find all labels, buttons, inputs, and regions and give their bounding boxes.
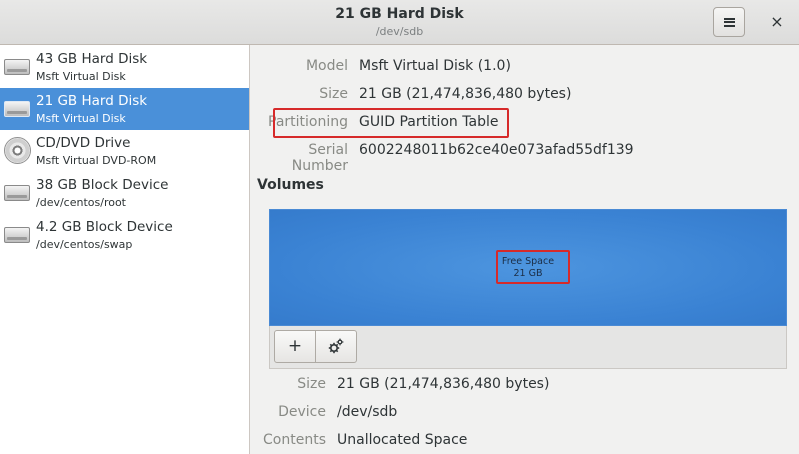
block-device-icon bbox=[4, 185, 30, 201]
sidebar-item-43gb-hard-disk[interactable]: 43 GB Hard Disk Msft Virtual Disk bbox=[0, 46, 249, 88]
device-name: 43 GB Hard Disk bbox=[36, 51, 148, 67]
close-button[interactable]: × bbox=[766, 10, 788, 34]
serial-number-label: Serial Number bbox=[291, 142, 348, 174]
gears-icon bbox=[328, 338, 344, 354]
model-value: Msft Virtual Disk (1.0) bbox=[359, 58, 511, 74]
hard-disk-icon bbox=[4, 59, 30, 75]
block-device-icon bbox=[4, 227, 30, 243]
sidebar-item-21gb-hard-disk[interactable]: 21 GB Hard Disk Msft Virtual Disk bbox=[0, 88, 249, 130]
volume-settings-button[interactable] bbox=[315, 330, 357, 363]
sidebar-item-38gb-block-device[interactable]: 38 GB Block Device /dev/centos/root bbox=[0, 172, 249, 214]
serial-number-value: 6002248011b62ce40e073afad55df139 bbox=[359, 142, 634, 158]
device-name: CD/DVD Drive bbox=[36, 135, 131, 151]
header-bar: 21 GB Hard Disk /dev/sdb × bbox=[0, 0, 799, 45]
hamburger-menu-icon bbox=[723, 17, 735, 27]
device-sidebar: 43 GB Hard Disk Msft Virtual Disk 21 GB … bbox=[0, 45, 250, 454]
device-description: Msft Virtual Disk bbox=[36, 112, 126, 125]
size-value: 21 GB (21,474,836,480 bytes) bbox=[359, 86, 572, 102]
disk-details-panel: Model Msft Virtual Disk (1.0) Size 21 GB… bbox=[250, 45, 799, 454]
volume-size-value: 21 GB (21,474,836,480 bytes) bbox=[337, 376, 550, 392]
device-label: Device bbox=[278, 404, 326, 420]
contents-label: Contents bbox=[263, 432, 326, 448]
partitioning-highlight bbox=[273, 108, 509, 138]
window-subtitle: /dev/sdb bbox=[375, 25, 424, 38]
free-space-highlight bbox=[496, 250, 570, 284]
window-title: 21 GB Hard Disk bbox=[335, 6, 464, 22]
device-description: /dev/centos/swap bbox=[36, 238, 133, 251]
device-description: Msft Virtual DVD-ROM bbox=[36, 154, 157, 167]
volume-toolbar: + bbox=[269, 326, 787, 369]
device-description: Msft Virtual Disk bbox=[36, 70, 126, 83]
device-name: 4.2 GB Block Device bbox=[36, 219, 173, 235]
hard-disk-icon bbox=[4, 101, 30, 117]
menu-button[interactable] bbox=[713, 7, 745, 37]
optical-disc-icon bbox=[4, 137, 31, 164]
sidebar-item-cd-dvd-drive[interactable]: CD/DVD Drive Msft Virtual DVD-ROM bbox=[0, 130, 249, 172]
contents-value: Unallocated Space bbox=[337, 432, 468, 448]
volumes-heading: Volumes bbox=[257, 177, 324, 193]
volume-map: Free Space 21 GB bbox=[269, 209, 787, 326]
volume-size-label: Size bbox=[297, 376, 326, 392]
model-label: Model bbox=[305, 58, 348, 74]
device-description: /dev/centos/root bbox=[36, 196, 126, 209]
device-value: /dev/sdb bbox=[337, 404, 398, 420]
device-name: 38 GB Block Device bbox=[36, 177, 169, 193]
device-name: 21 GB Hard Disk bbox=[36, 93, 148, 109]
add-partition-button[interactable]: + bbox=[274, 330, 316, 363]
size-label: Size bbox=[319, 86, 348, 102]
sidebar-item-4-2gb-block-device[interactable]: 4.2 GB Block Device /dev/centos/swap bbox=[0, 214, 249, 256]
